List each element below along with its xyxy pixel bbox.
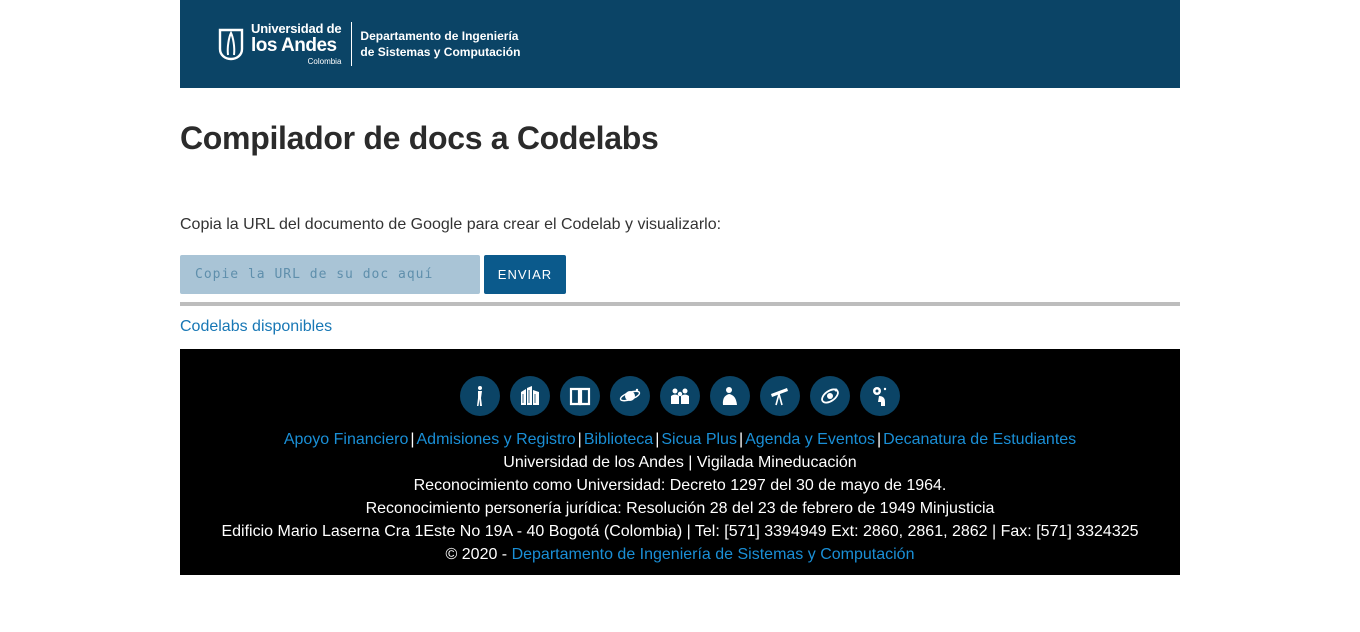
link-sicua-plus[interactable]: Sicua Plus <box>661 431 737 448</box>
instructions-text: Copia la URL del documento de Google par… <box>180 216 722 233</box>
footer-links: Apoyo Financiero | Admisiones y Registro | B… <box>180 428 1180 451</box>
planet-icon[interactable] <box>610 376 650 416</box>
logo-separator <box>351 22 353 66</box>
link-admisiones[interactable]: Admisiones y Registro <box>417 431 576 448</box>
logo-university-name: Universidad de los Andes Colombia <box>251 21 342 66</box>
codelabs-available-link[interactable]: Codelabs disponibles <box>180 318 332 336</box>
person-icon[interactable] <box>460 376 500 416</box>
footer-university-line: Universidad de los Andes | Vigilada Mine… <box>503 454 857 471</box>
thinking-icon[interactable] <box>860 376 900 416</box>
logo-line1: Universidad de <box>251 21 342 36</box>
footer-legal-line: Reconocimiento personería jurídica: Reso… <box>365 500 995 517</box>
telescope-icon[interactable] <box>760 376 800 416</box>
logo-dept-line2: de Sistemas y Computación <box>360 45 521 59</box>
student-icon[interactable] <box>710 376 750 416</box>
book-icon[interactable] <box>560 376 600 416</box>
doc-url-input[interactable] <box>180 255 480 294</box>
footer-address-line: Edificio Mario Laserna Cra 1Este No 19A … <box>221 523 1139 540</box>
footer-recognition-line: Reconocimiento como Universidad: Decreto… <box>413 477 947 494</box>
link-separator: | <box>655 431 660 448</box>
site-header: Universidad de los Andes Colombia Depart… <box>180 0 1180 88</box>
andes-logo-icon <box>218 28 244 61</box>
copyright-prefix: © 2020 - <box>445 546 512 563</box>
divider <box>180 302 1180 306</box>
logo-department: Departamento de Ingeniería de Sistemas y… <box>360 28 520 60</box>
link-separator: | <box>410 431 415 448</box>
buildings-icon[interactable] <box>510 376 550 416</box>
link-separator: | <box>876 431 882 448</box>
logo-line3: Colombia <box>307 57 342 66</box>
link-agenda-eventos[interactable]: Agenda y Eventos <box>745 431 875 448</box>
send-button[interactable]: ENVIAR <box>484 255 566 294</box>
link-apoyo-financiero[interactable]: Apoyo Financiero <box>284 431 409 448</box>
link-separator: | <box>577 431 582 448</box>
department-link[interactable]: Departamento de Ingeniería de Sistemas y… <box>512 546 915 563</box>
page: Universidad de los Andes Colombia Depart… <box>180 0 1180 575</box>
logo-line2: los Andes <box>251 35 337 56</box>
site-footer: Apoyo Financiero | Admisiones y Registro | B… <box>180 349 1180 575</box>
university-logo[interactable]: Universidad de los Andes Colombia Depart… <box>217 21 520 67</box>
footer-copyright: © 2020 - Departamento de Ingeniería de S… <box>180 543 1180 566</box>
link-biblioteca[interactable]: Biblioteca <box>584 431 653 448</box>
link-decanatura[interactable]: Decanatura de Estudiantes <box>883 431 1076 448</box>
footer-icon-row <box>180 376 1180 416</box>
link-separator: | <box>738 431 744 448</box>
page-title: Compilador de docs a Codelabs <box>180 120 659 156</box>
group-icon[interactable] <box>660 376 700 416</box>
logo-dept-line1: Departamento de Ingeniería <box>360 29 519 43</box>
orbit-icon[interactable] <box>810 376 850 416</box>
footer-info: Universidad de los Andes | Vigilada Mine… <box>180 451 1180 566</box>
